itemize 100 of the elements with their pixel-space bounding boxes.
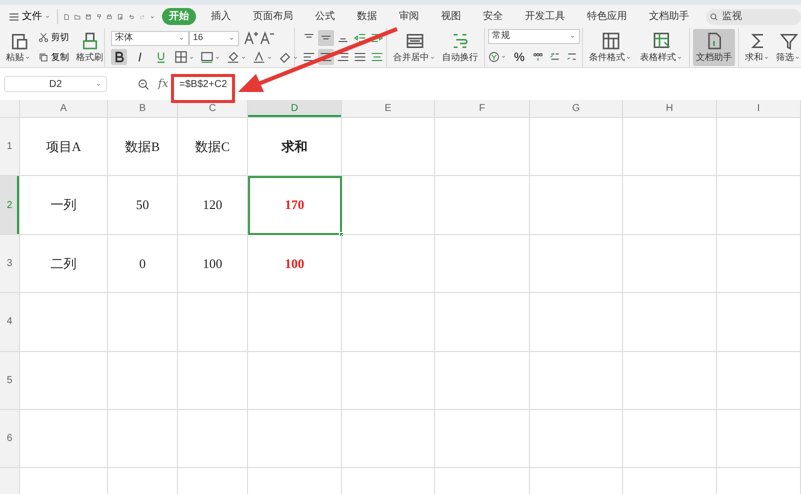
table-cell[interactable] xyxy=(342,118,435,176)
conditional-format-button[interactable]: 条件格式 xyxy=(586,28,635,66)
table-cell[interactable] xyxy=(623,410,717,468)
border-icon[interactable] xyxy=(174,50,188,64)
table-style-button[interactable]: 表格样式 xyxy=(637,28,686,66)
table-cell[interactable]: 数据C xyxy=(178,118,248,176)
format-painter-button[interactable]: 格式刷 xyxy=(73,28,106,66)
percent-button[interactable]: % xyxy=(512,46,527,66)
table-cell[interactable]: 求和 xyxy=(248,118,342,176)
column-header[interactable]: I xyxy=(717,100,801,118)
table-cell[interactable] xyxy=(248,410,342,468)
font-size-field[interactable]: 16 xyxy=(189,30,239,46)
column-header[interactable]: H xyxy=(623,100,717,118)
table-cell[interactable] xyxy=(20,293,108,352)
decrease-decimal-icon[interactable] xyxy=(566,50,578,62)
row-header[interactable]: 4 xyxy=(0,293,20,352)
table-cell[interactable] xyxy=(530,234,623,294)
table-cell[interactable] xyxy=(178,352,248,410)
table-cell[interactable] xyxy=(717,176,801,235)
table-cell[interactable]: 0 xyxy=(108,234,178,294)
sum-button[interactable]: 求和 xyxy=(742,28,773,66)
ribbon-tab[interactable]: 插入 xyxy=(204,8,238,25)
table-cell[interactable] xyxy=(623,352,717,410)
table-cell[interactable]: 二列 xyxy=(20,234,108,294)
ribbon-tab[interactable]: 页面布局 xyxy=(246,8,300,25)
table-cell[interactable] xyxy=(435,234,530,294)
table-cell[interactable] xyxy=(342,176,435,235)
ribbon-tab[interactable]: 文档助手 xyxy=(642,8,696,25)
table-cell[interactable] xyxy=(108,293,178,352)
table-cell[interactable] xyxy=(623,176,717,235)
row-header[interactable]: 5 xyxy=(0,352,20,410)
table-cell[interactable] xyxy=(623,234,717,294)
ribbon-tab[interactable]: 视图 xyxy=(434,8,468,25)
grow-font-icon[interactable] xyxy=(243,30,259,46)
fill-handle[interactable] xyxy=(339,232,344,237)
table-cell[interactable]: 120 xyxy=(178,176,248,235)
function-label[interactable]: fx xyxy=(158,76,168,92)
align-middle-icon[interactable] xyxy=(318,30,334,46)
row-header[interactable]: 6 xyxy=(0,410,20,468)
table-cell[interactable]: 100 xyxy=(178,234,248,294)
number-format-field[interactable]: 常规 xyxy=(488,28,580,44)
table-cell[interactable]: 170 xyxy=(248,176,342,235)
table-cell[interactable] xyxy=(530,352,623,410)
merge-center-button[interactable]: 合并居中 xyxy=(390,28,439,66)
row-header[interactable]: 3 xyxy=(0,234,20,294)
table-cell[interactable] xyxy=(530,293,623,352)
table-cell[interactable] xyxy=(342,234,435,294)
table-cell[interactable] xyxy=(178,293,248,352)
table-cell[interactable] xyxy=(435,118,530,176)
table-cell[interactable] xyxy=(108,352,178,410)
file-menu[interactable]: 文件 xyxy=(6,8,53,25)
currency-icon[interactable] xyxy=(488,50,500,62)
table-cell[interactable] xyxy=(717,234,801,294)
table-cell[interactable] xyxy=(435,410,530,468)
table-cell[interactable] xyxy=(20,410,108,468)
ribbon-tab[interactable]: 安全 xyxy=(476,8,510,25)
font-color-icon[interactable] xyxy=(252,50,266,64)
row-header[interactable]: 1 xyxy=(0,118,20,176)
table-cell[interactable] xyxy=(435,352,530,410)
cut-button[interactable]: 剪切 xyxy=(36,30,71,46)
table-cell[interactable] xyxy=(342,293,435,352)
table-cell[interactable] xyxy=(20,352,108,410)
ribbon-tab[interactable]: 公式 xyxy=(308,8,342,25)
ribbon-tab[interactable]: 审阅 xyxy=(392,8,426,25)
table-cell[interactable] xyxy=(623,118,717,176)
sheet-corner[interactable] xyxy=(0,100,20,118)
copy-button[interactable]: 复制 xyxy=(36,50,71,65)
table-cell[interactable]: 一列 xyxy=(20,176,108,235)
column-header[interactable]: F xyxy=(435,100,530,118)
ribbon-tab[interactable]: 开发工具 xyxy=(518,8,572,25)
table-cell[interactable]: 50 xyxy=(108,176,178,235)
ribbon-tab[interactable]: 特色应用 xyxy=(580,8,634,25)
table-cell[interactable] xyxy=(342,410,435,468)
shrink-font-icon[interactable] xyxy=(259,30,275,46)
row-header[interactable] xyxy=(0,468,20,494)
table-cell[interactable] xyxy=(435,293,530,352)
column-header[interactable]: G xyxy=(530,100,623,118)
table-cell[interactable]: 项目A xyxy=(20,118,108,176)
table-cell[interactable] xyxy=(342,352,435,410)
table-cell[interactable] xyxy=(530,410,623,468)
paint-bucket-icon[interactable] xyxy=(226,50,240,64)
increase-decimal-icon[interactable] xyxy=(548,50,561,62)
column-header[interactable]: B xyxy=(108,100,178,118)
table-cell[interactable] xyxy=(717,293,801,352)
table-cell[interactable]: 100 xyxy=(248,234,342,294)
column-header[interactable]: A xyxy=(20,100,108,118)
table-cell[interactable]: 数据B xyxy=(108,118,178,176)
doc-assistant-button[interactable]: 文档助手 xyxy=(693,28,735,66)
font-name-field[interactable]: 宋体 xyxy=(111,30,189,46)
table-cell[interactable] xyxy=(108,410,178,468)
table-cell[interactable] xyxy=(717,352,801,410)
eraser-icon[interactable] xyxy=(278,50,292,64)
column-header[interactable]: E xyxy=(342,100,435,118)
bold-button[interactable] xyxy=(111,49,127,65)
zoom-icon[interactable] xyxy=(137,78,150,90)
wrap-text-button[interactable]: 自动换行 xyxy=(439,28,481,66)
table-cell[interactable] xyxy=(717,410,801,468)
table-cell[interactable] xyxy=(435,176,530,235)
paste-button[interactable]: 粘贴 xyxy=(3,28,34,66)
table-cell[interactable] xyxy=(530,176,623,235)
